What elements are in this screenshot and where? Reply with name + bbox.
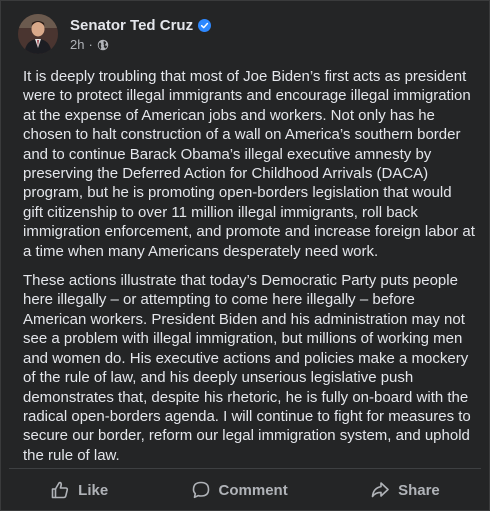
comment-button[interactable]: Comment bbox=[173, 474, 306, 506]
verified-badge-icon bbox=[198, 18, 212, 32]
comment-label: Comment bbox=[218, 481, 288, 499]
post-paragraph-2: These actions illustrate that today’s De… bbox=[23, 272, 471, 464]
like-label: Like bbox=[78, 481, 109, 499]
like-button[interactable]: Like bbox=[32, 474, 126, 506]
share-icon bbox=[371, 482, 389, 498]
post-paragraph-1: It is deeply troubling that most of Joe … bbox=[23, 68, 475, 260]
share-button[interactable]: Share bbox=[352, 474, 458, 506]
meta-separator: · bbox=[88, 36, 93, 52]
action-bar: Like Comment Share bbox=[9, 471, 481, 509]
globe-icon bbox=[97, 39, 109, 50]
post-subline: 2h · bbox=[70, 37, 211, 53]
post-meta: Senator Ted Cruz 2h · bbox=[70, 16, 212, 53]
post-timestamp[interactable]: 2h bbox=[70, 37, 84, 53]
thumbs-up-icon bbox=[51, 481, 69, 499]
post-card: Senator Ted Cruz 2h · It is deeply troub… bbox=[0, 0, 490, 511]
comment-icon bbox=[192, 481, 209, 499]
post-header: Senator Ted Cruz 2h · bbox=[18, 11, 212, 57]
avatar[interactable] bbox=[18, 14, 58, 54]
share-label: Share bbox=[398, 481, 440, 499]
author-name[interactable]: Senator Ted Cruz bbox=[70, 16, 193, 35]
author-row: Senator Ted Cruz bbox=[70, 16, 212, 35]
action-divider bbox=[9, 468, 481, 469]
post-body: It is deeply troubling that most of Joe … bbox=[23, 67, 475, 475]
